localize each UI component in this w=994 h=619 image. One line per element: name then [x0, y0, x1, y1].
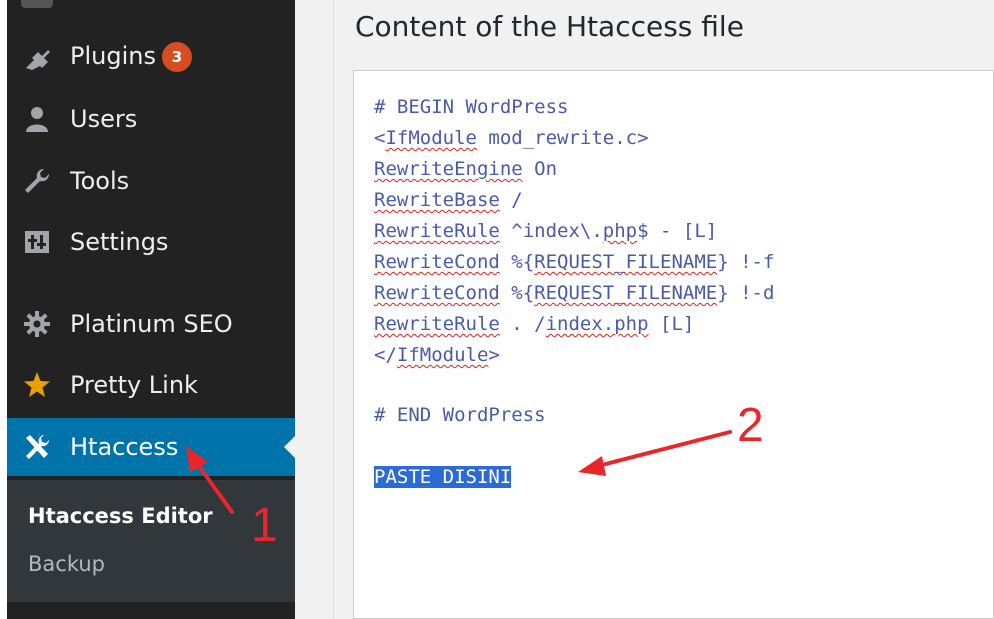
selected-text: PASTE DISINI	[374, 466, 512, 488]
sidebar-item-plugins[interactable]: Plugins 3	[7, 28, 295, 86]
wrench-icon	[21, 165, 53, 197]
submenu-item-backup[interactable]: Backup	[28, 552, 105, 576]
users-icon	[21, 103, 53, 135]
plugin-icon	[21, 41, 53, 73]
sidebar-item-label: Tools	[70, 167, 130, 195]
sidebar-footer	[7, 602, 295, 619]
code-line: RewriteEngine On	[374, 158, 558, 180]
code-token: RewriteCond	[374, 251, 500, 273]
code-line: RewriteBase /	[374, 189, 523, 211]
sidebar-item-label: Settings	[70, 228, 169, 256]
sidebar-item-label: Plugins	[70, 42, 156, 70]
code-token: REQUEST_FILENAME	[534, 251, 718, 273]
step-number-1: 1	[251, 499, 278, 552]
gear-icon	[21, 308, 53, 340]
code-line: PASTE DISINI	[374, 466, 512, 488]
code-token: REQUEST_FILENAME	[534, 282, 718, 304]
code-line: RewriteRule ^index\.php$ - [L]	[374, 220, 718, 242]
code-line: RewriteRule . /index.php [L]	[374, 313, 695, 335]
update-count-badge: 3	[161, 42, 192, 72]
code-token: RewriteRule	[374, 313, 500, 335]
cutoff-menu-icon	[21, 0, 53, 8]
content-gutter	[295, 0, 333, 619]
code-line: RewriteCond %{REQUEST_FILENAME} !-f	[374, 251, 775, 273]
code-token: IfModule	[385, 127, 477, 149]
code-token: index.php	[545, 313, 649, 335]
sidebar-item-settings[interactable]: Settings	[7, 213, 295, 271]
tools-icon	[21, 431, 53, 463]
sidebar-item-users[interactable]: Users	[7, 90, 295, 148]
code-token: RewriteRule	[374, 220, 500, 242]
submenu-item-htaccess-editor[interactable]: Htaccess Editor	[28, 504, 213, 528]
sidebar-item-htaccess[interactable]: Htaccess	[7, 418, 295, 476]
page-title: Content of the Htaccess file	[355, 10, 744, 43]
code-line: # BEGIN WordPress	[374, 96, 569, 118]
code-token: php	[602, 220, 638, 242]
sidebar-item-label: Pretty Link	[70, 371, 198, 399]
code-token: RewriteBase	[374, 189, 500, 211]
code-line: RewriteCond %{REQUEST_FILENAME} !-d	[374, 282, 775, 304]
step-number-2: 2	[737, 399, 764, 452]
sidebar-item-label: Platinum SEO	[70, 310, 233, 338]
sidebar-item-pretty-link[interactable]: Pretty Link	[7, 356, 295, 414]
code-token: RewriteCond	[374, 282, 500, 304]
sidebar-item-tools[interactable]: Tools	[7, 152, 295, 210]
sidebar-item-platinum-seo[interactable]: Platinum SEO	[7, 295, 295, 353]
code-line: <IfModule mod_rewrite.c>	[374, 127, 649, 149]
code-token: RewriteEngine	[374, 158, 523, 180]
code-line: </IfModule>	[374, 344, 500, 366]
sidebar-item-label: Users	[70, 105, 138, 133]
settings-sliders-icon	[21, 226, 53, 258]
code-line: # END WordPress	[374, 404, 546, 426]
code-token: IfModule	[396, 344, 489, 366]
star-icon	[21, 369, 53, 401]
sidebar-item-label: Htaccess	[70, 433, 179, 461]
